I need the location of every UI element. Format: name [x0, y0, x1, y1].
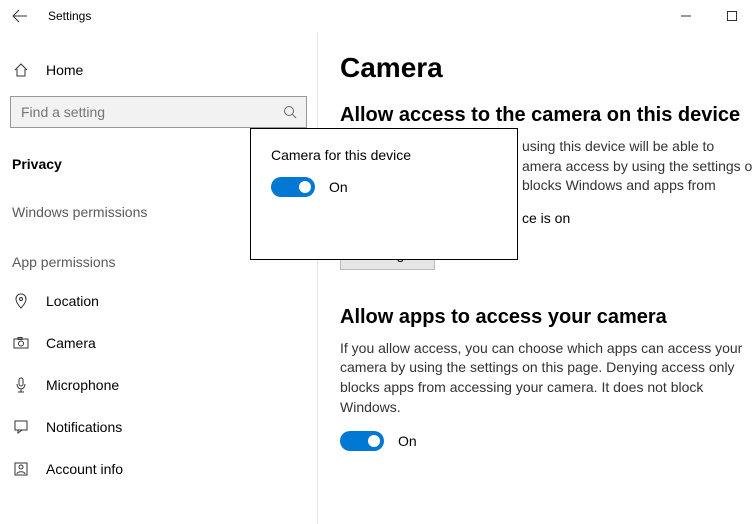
maximize-icon [727, 11, 737, 21]
app-title: Settings [48, 9, 91, 23]
sidebar-item-camera[interactable]: Camera [0, 322, 317, 364]
sidebar-item-account-info[interactable]: Account info [0, 448, 317, 490]
sidebar-item-label: Account info [46, 461, 123, 477]
sidebar-item-location[interactable]: Location [0, 280, 317, 322]
arrow-left-icon [12, 8, 28, 24]
popup-title: Camera for this device [271, 147, 497, 163]
sidebar-item-label: Microphone [46, 377, 119, 393]
minimize-icon [681, 11, 691, 21]
minimize-button[interactable] [663, 0, 709, 32]
sidebar-item-microphone[interactable]: Microphone [0, 364, 317, 406]
camera-icon [12, 335, 30, 351]
account-icon [12, 461, 30, 477]
sidebar-item-home[interactable]: Home [0, 52, 317, 88]
search-icon [283, 105, 297, 119]
notifications-icon [12, 419, 30, 435]
maximize-button[interactable] [709, 0, 755, 32]
device-camera-toggle-label: On [329, 179, 348, 195]
page-title: Camera [340, 52, 755, 84]
apps-access-toggle-label: On [398, 433, 417, 449]
device-camera-toggle[interactable] [271, 177, 315, 197]
sidebar-item-label: Notifications [46, 419, 122, 435]
back-button[interactable] [0, 0, 40, 32]
section-title-apps-access: Allow apps to access your camera [340, 306, 755, 329]
sidebar-item-label: Location [46, 293, 99, 309]
sidebar-item-notifications[interactable]: Notifications [0, 406, 317, 448]
home-label: Home [46, 62, 83, 78]
section-title-device-access: Allow access to the camera on this devic… [340, 104, 755, 127]
home-icon [12, 62, 30, 78]
microphone-icon [12, 377, 30, 393]
location-icon [12, 293, 30, 309]
sidebar-item-label: Camera [46, 335, 96, 351]
content-pane: Camera Allow access to the camera on thi… [318, 32, 755, 524]
device-camera-popup: Camera for this device On [250, 128, 518, 260]
apps-access-toggle[interactable] [340, 431, 384, 451]
section-body-apps-access: If you allow access, you can choose whic… [340, 339, 755, 417]
search-input[interactable] [10, 96, 307, 128]
sidebar: Home Privacy Windows permissions App per… [0, 32, 318, 524]
